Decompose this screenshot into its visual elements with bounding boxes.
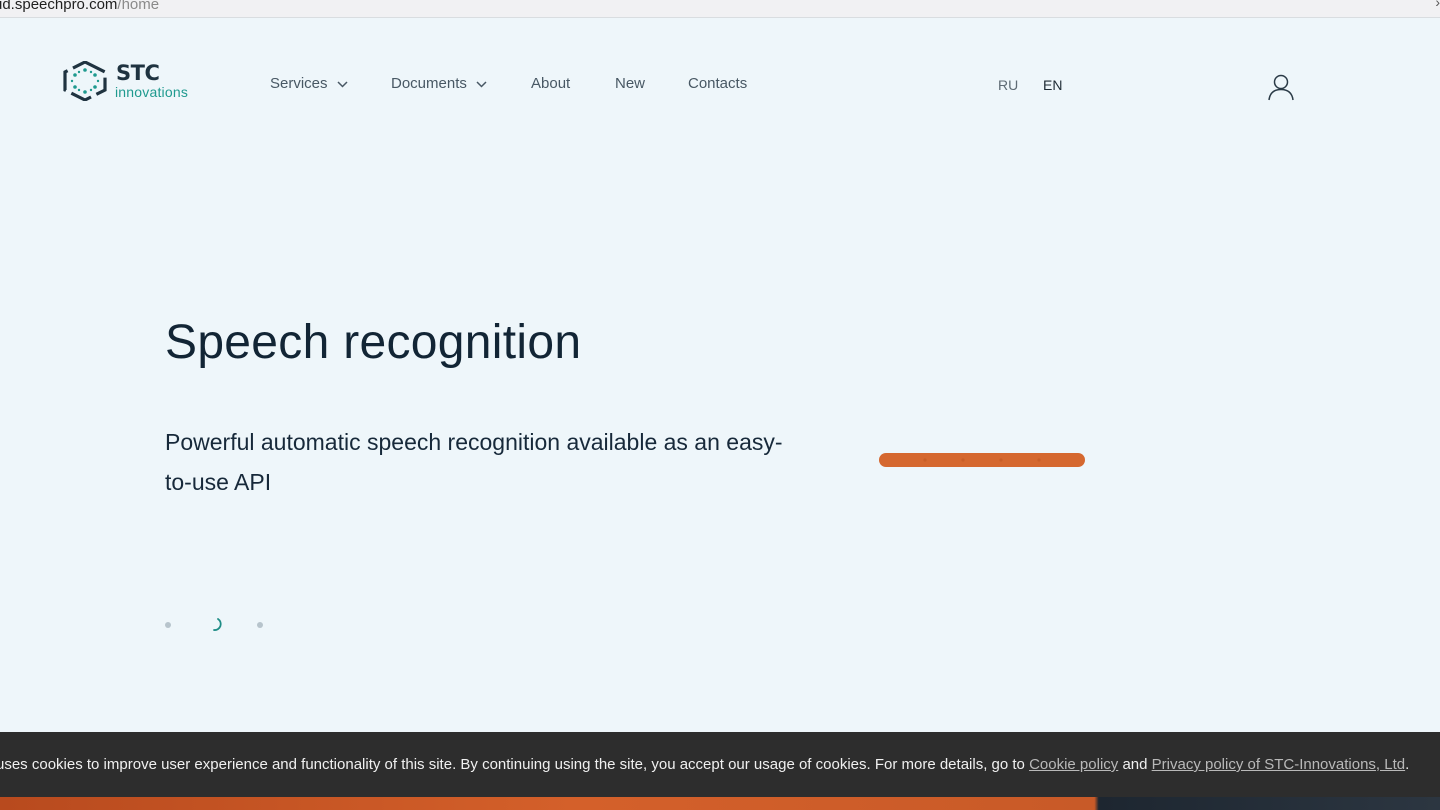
nav-about[interactable]: About	[531, 75, 570, 92]
nav-services[interactable]: Services	[270, 75, 348, 92]
logo-sub-text: innovations	[115, 84, 189, 100]
slider-dot[interactable]	[165, 622, 171, 628]
logo-brand-text: STC	[116, 61, 160, 85]
cookie-policy-link[interactable]: Cookie policy	[1029, 756, 1118, 773]
nav-new[interactable]: New	[615, 75, 645, 92]
slider-dot[interactable]	[257, 622, 263, 628]
hero-subtitle: Powerful automatic speech recognition av…	[165, 429, 783, 495]
url-path: /home	[117, 0, 160, 13]
audio-waveform-graphic	[879, 453, 1085, 467]
nav-contacts[interactable]: Contacts	[688, 75, 747, 92]
cookie-text-end: .	[1405, 756, 1410, 773]
cookie-banner: uses cookies to improve user experience …	[0, 732, 1440, 797]
cookie-text-and: and	[1118, 756, 1152, 773]
nav-about-label: About	[531, 75, 571, 92]
browser-address-bar[interactable]: ud.speechpro.com/home ›	[0, 0, 1440, 18]
lang-en-button[interactable]: EN	[1043, 77, 1062, 93]
nav-services-label: Services	[270, 75, 328, 92]
nav-documents-label: Documents	[391, 75, 467, 92]
chevron-down-icon	[476, 80, 487, 88]
nav-new-label: New	[615, 75, 646, 92]
url-host: ud.speechpro.com	[0, 0, 118, 13]
nav-documents[interactable]: Documents	[391, 75, 487, 92]
chevron-down-icon	[337, 80, 348, 88]
cookie-text: uses cookies to improve user experience …	[0, 756, 1409, 773]
site-header: STC innovations Services Documents About…	[0, 18, 1440, 150]
hero-title: Speech recognition	[165, 316, 582, 369]
slider-pagination	[163, 616, 273, 634]
stc-logo[interactable]: STC innovations	[62, 61, 192, 101]
user-account-icon[interactable]	[1266, 72, 1296, 102]
browser-menu-icon[interactable]: ›	[1435, 0, 1440, 10]
nav-contacts-label: Contacts	[688, 75, 748, 92]
cookie-text-before: uses cookies to improve user experience …	[0, 756, 1030, 773]
address-url[interactable]: ud.speechpro.com/home	[0, 0, 159, 13]
slider-active-loader-icon[interactable]	[209, 616, 227, 634]
privacy-policy-link[interactable]: Privacy policy of STC-Innovations, Ltd	[1152, 756, 1405, 773]
logo-hexagon-icon	[63, 61, 107, 101]
next-section-preview	[0, 797, 1440, 810]
lang-ru-button[interactable]: RU	[998, 77, 1018, 93]
